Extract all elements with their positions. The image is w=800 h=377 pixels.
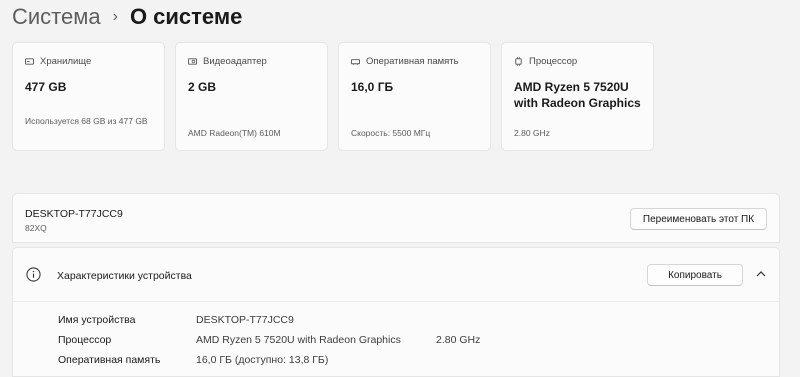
ram-icon [351, 58, 360, 65]
spec-row: Имя устройства DESKTOP-T77JCC9 [58, 310, 480, 330]
spec-value: AMD Ryzen 5 7520U with Radeon Graphics [196, 334, 401, 346]
device-specs-header[interactable]: Характеристики устройства Копировать [13, 248, 779, 302]
card-header: Оперативная память [351, 55, 478, 67]
device-model: 82XQ [25, 223, 47, 233]
cpu-card[interactable]: Процессор AMD Ryzen 5 7520U with Radeon … [501, 42, 654, 151]
device-name-section: DESKTOP-T77JCC9 82XQ Переименовать этот … [12, 193, 780, 243]
card-sub: Скорость: 5500 МГц [351, 128, 431, 138]
spec-extra: 2.80 GHz [436, 334, 481, 346]
card-label: Оперативная память [366, 55, 459, 67]
summary-cards: Хранилище 477 GB Используется 68 GB из 4… [12, 42, 654, 151]
breadcrumb: Система › О системе [12, 2, 242, 32]
spec-label: Имя устройства [58, 314, 136, 326]
spec-row: Оперативная память 16,0 ГБ (доступно: 13… [58, 350, 480, 370]
spec-rows: Имя устройства DESKTOP-T77JCC9 Процессор… [58, 310, 480, 370]
card-header: Процессор [514, 55, 641, 67]
breadcrumb-separator-icon: › [112, 8, 118, 25]
gpu-icon [188, 57, 197, 65]
card-value: 477 GB [25, 80, 67, 94]
card-label: Хранилище [40, 55, 92, 67]
card-value: 2 GB [188, 80, 217, 94]
card-sub: AMD Radeon(TM) 610M [188, 128, 281, 138]
card-header: Хранилище [25, 55, 152, 67]
spec-label: Процессор [58, 334, 112, 346]
cpu-icon [515, 56, 522, 66]
storage-card[interactable]: Хранилище 477 GB Используется 68 GB из 4… [12, 42, 165, 151]
card-value: AMD Ryzen 5 7520U with Radeon Graphics [514, 80, 641, 110]
spec-value: 16,0 ГБ (доступно: 13,8 ГБ) [196, 354, 329, 366]
spec-label: Оперативная память [58, 354, 161, 366]
card-value: 16,0 ГБ [351, 80, 394, 94]
card-label: Процессор [529, 55, 578, 67]
breadcrumb-parent-link[interactable]: Система [12, 2, 101, 32]
rename-pc-button[interactable]: Переименовать этот ПК [630, 208, 767, 230]
gpu-card[interactable]: Видеоадаптер 2 GB AMD Radeon(TM) 610M [175, 42, 328, 151]
spec-value: DESKTOP-T77JCC9 [196, 314, 294, 326]
chevron-up-icon[interactable] [755, 268, 767, 280]
info-icon [26, 267, 41, 282]
copy-button[interactable]: Копировать [647, 264, 743, 286]
spec-row: Процессор AMD Ryzen 5 7520U with Radeon … [58, 330, 480, 350]
card-sub: 2.80 GHz [514, 128, 550, 138]
page-title: О системе [129, 4, 243, 29]
device-specs-panel: Характеристики устройства Копировать Имя… [12, 247, 780, 377]
device-name: DESKTOP-T77JCC9 [25, 208, 123, 220]
ram-card[interactable]: Оперативная память 16,0 ГБ Скорость: 550… [338, 42, 491, 151]
device-specs-title: Характеристики устройства [57, 270, 192, 282]
card-header: Видеоадаптер [188, 55, 315, 67]
card-sub: Используется 68 GB из 477 GB [25, 116, 148, 126]
card-label: Видеоадаптер [203, 55, 267, 67]
storage-icon [25, 57, 34, 65]
